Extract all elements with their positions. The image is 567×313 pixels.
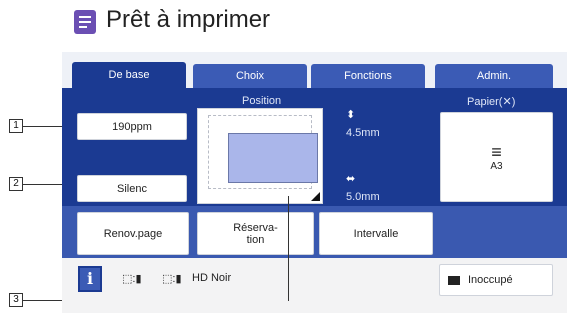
printer-screen: Prêt à imprimer De base Choix Fonctions … bbox=[62, 0, 567, 313]
vertical-arrows-icon: ⬍ bbox=[346, 109, 356, 121]
ink-icon: ⬚:▮ bbox=[162, 273, 182, 285]
page-title: Prêt à imprimer bbox=[106, 6, 271, 33]
info-button[interactable]: i bbox=[78, 266, 102, 292]
paper-tray-icon: ✕ bbox=[502, 96, 512, 108]
silent-button[interactable]: Silenc bbox=[77, 175, 187, 202]
tab-de-base[interactable]: De base bbox=[72, 62, 186, 88]
idle-label: Inoccupé bbox=[468, 274, 513, 286]
paper-label-text: Papier( bbox=[467, 96, 503, 108]
position-label: Position bbox=[242, 95, 282, 107]
tab-choix[interactable]: Choix bbox=[193, 64, 307, 88]
paper-label: Papier(✕) bbox=[467, 95, 515, 108]
horizontal-arrows-icon: ⬌ bbox=[346, 173, 356, 185]
callout-2: 2 bbox=[9, 177, 23, 191]
drum-icon: ⬚:▮ bbox=[122, 273, 142, 285]
position-preview[interactable] bbox=[197, 108, 323, 204]
callout-3: 3 bbox=[9, 293, 23, 307]
speed-button[interactable]: 190ppm bbox=[77, 113, 187, 140]
screen-icon bbox=[448, 275, 460, 285]
tab-admin[interactable]: Admin. bbox=[435, 64, 553, 88]
color-mode: HD Noir bbox=[192, 272, 232, 284]
callout-1: 1 bbox=[9, 119, 23, 133]
interval-button[interactable]: Intervalle bbox=[319, 212, 433, 255]
paper-label-end: ) bbox=[511, 96, 516, 108]
document-icon bbox=[74, 10, 96, 34]
image-position bbox=[228, 133, 318, 183]
paper-button[interactable]: ≡ A3 bbox=[440, 112, 553, 202]
tab-fonctions[interactable]: Fonctions bbox=[311, 64, 425, 88]
vertical-offset: 4.5mm bbox=[346, 127, 380, 139]
reservation-label-2: tion bbox=[246, 233, 265, 246]
callout-3-vleader bbox=[288, 196, 289, 301]
corner-marker-icon bbox=[311, 192, 320, 201]
title-bar: Prêt à imprimer bbox=[62, 0, 567, 52]
horizontal-offset: 5.0mm bbox=[346, 191, 380, 203]
idle-button[interactable]: Inoccupé bbox=[439, 264, 553, 296]
paper-size: A3 bbox=[490, 160, 503, 172]
reservation-label-1: Réserva- bbox=[233, 221, 278, 234]
paper-stack-icon: ≡ bbox=[491, 141, 502, 162]
renov-page-button[interactable]: Renov.page bbox=[77, 212, 189, 255]
reservation-button[interactable]: Réserva- tion bbox=[197, 212, 314, 255]
